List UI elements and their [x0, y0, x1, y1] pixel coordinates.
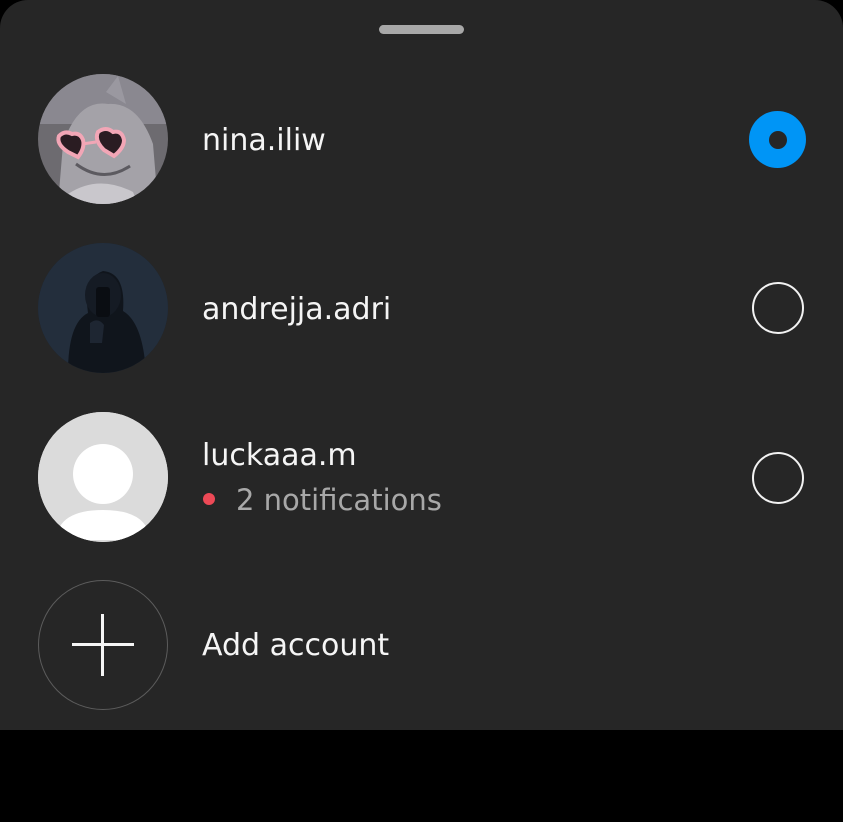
unselected-radio[interactable] [752, 282, 804, 334]
mirror-selfie-photo-icon [38, 243, 168, 373]
username: nina.iliw [202, 123, 326, 158]
add-account-row[interactable]: Add account [0, 575, 843, 725]
notification-dot-icon [203, 493, 215, 505]
notification-count-text: 2 notifications [236, 483, 442, 517]
username: andrejja.adri [202, 292, 392, 327]
account-row-andrejja-adri[interactable]: andrejja.adri [0, 235, 843, 385]
drag-handle[interactable] [379, 25, 464, 34]
selected-radio[interactable] [749, 111, 806, 168]
unselected-radio[interactable] [752, 452, 804, 504]
account-row-nina-iliw[interactable]: nina.iliw [0, 65, 843, 215]
default-avatar-icon [38, 412, 168, 542]
cat-photo-icon [38, 74, 168, 204]
notification-status: 2 notifications [202, 483, 442, 517]
add-account-label: Add account [202, 628, 390, 663]
avatar [38, 412, 168, 542]
avatar [38, 74, 168, 204]
username: luckaaa.m [202, 438, 357, 473]
plus-icon [38, 580, 168, 710]
account-row-luckaaa-m[interactable]: luckaaa.m 2 notifications [0, 405, 843, 555]
account-switcher-sheet: nina.iliw andrejja.adri luckaaa.m 2 noti… [0, 0, 843, 730]
avatar [38, 243, 168, 373]
